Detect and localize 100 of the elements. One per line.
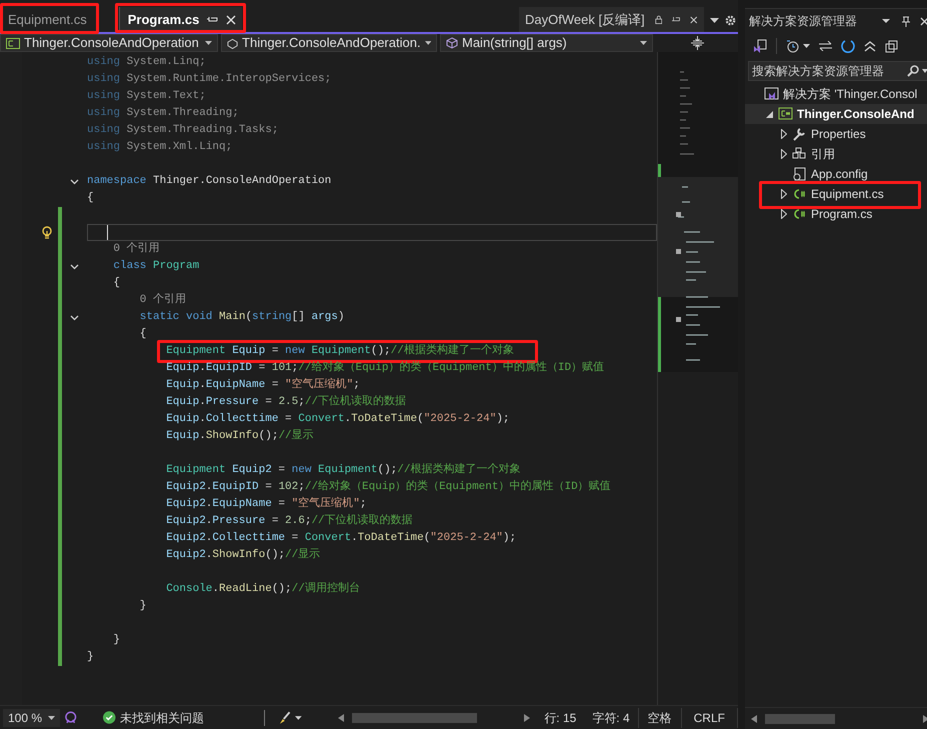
- collapse-icon[interactable]: [70, 178, 79, 184]
- code-line: Equip.EquipName = "空气压缩机";: [166, 379, 360, 392]
- caret-icon[interactable]: [922, 69, 927, 73]
- lock-icon: [654, 14, 662, 25]
- code-line: Equip2.Collecttime = Convert.ToDateTime("2025-2-24");: [166, 532, 516, 544]
- pin-icon[interactable]: [207, 14, 218, 24]
- code-line: Equip2.EquipID = 102;//给对象（Equip）的类（Equipment）中的属性（ID）赋值: [166, 481, 611, 494]
- reference-count[interactable]: 0 个引用: [140, 292, 186, 309]
- code-line: namespace Thinger.ConsoleAndOperation: [87, 175, 332, 188]
- navigation-dropdown[interactable]: Main(string[] args): [440, 34, 653, 52]
- sync-icon[interactable]: [819, 41, 832, 51]
- copy-icon[interactable]: [885, 40, 898, 52]
- scrollbar-thumb[interactable]: [765, 714, 835, 724]
- code-line: static void Main(string[] args): [140, 311, 344, 324]
- pin-icon[interactable]: [902, 16, 910, 26]
- scrollbar-thumb[interactable]: [352, 712, 478, 722]
- navigation-dropdown[interactable]: Thinger.ConsoleAndOperation.: [221, 34, 437, 52]
- code-line: Equip2.ShowInfo();//显示: [166, 549, 320, 562]
- check-icon: [103, 711, 116, 724]
- csharp-file-icon: [6, 38, 20, 48]
- caret-icon[interactable]: [882, 19, 890, 23]
- zoom-dropdown[interactable]: 100 %: [3, 708, 60, 726]
- collapse-icon[interactable]: [70, 314, 79, 320]
- solution-icon[interactable]: [753, 39, 767, 53]
- csharp-file-icon: [792, 187, 807, 201]
- line-ending-status[interactable]: CRLF: [682, 708, 738, 728]
- expand-icon[interactable]: [780, 209, 786, 219]
- code-line: Equip.Collecttime = Convert.ToDateTime("2025-2-24");: [166, 413, 510, 426]
- code-line: Equip.EquipID = 101;//给对象（Equip）的类（Equipment）中的属性（ID）赋值: [166, 362, 604, 374]
- issues-status[interactable]: 未找到相关问题: [120, 708, 204, 726]
- clock-icon[interactable]: [786, 40, 799, 52]
- code-line: using System.Threading.Tasks;: [87, 124, 278, 136]
- code-line: using System.Linq;: [87, 56, 206, 68]
- expanded-icon[interactable]: [766, 110, 773, 118]
- tree-row[interactable]: 解决方案 'Thinger.Consol: [745, 84, 927, 104]
- code-line: {: [87, 192, 94, 204]
- wrench-icon: [792, 127, 807, 141]
- tree-row[interactable]: 引用: [745, 144, 927, 164]
- references-icon: [792, 147, 807, 161]
- cube-icon: [446, 37, 458, 49]
- tree-row[interactable]: Thinger.ConsoleAnd: [745, 104, 927, 124]
- expand-icon[interactable]: [780, 149, 786, 159]
- code-line: using System.Threading;: [87, 107, 239, 120]
- class-icon: [227, 38, 238, 48]
- lightbulb-icon[interactable]: [42, 226, 52, 240]
- tree-row[interactable]: App.config: [745, 164, 927, 184]
- caret-icon[interactable]: [710, 18, 719, 23]
- tree-row[interactable]: Properties: [745, 124, 927, 144]
- scroll-right-icon[interactable]: [524, 714, 530, 722]
- close-icon[interactable]: [920, 16, 927, 26]
- code-line: Equip.ShowInfo();//显示: [166, 430, 314, 442]
- reference-count[interactable]: 0 个引用: [113, 241, 160, 258]
- code-line: {: [113, 277, 120, 290]
- column-status[interactable]: 字符: 4: [592, 708, 630, 726]
- code-line: Equipment Equip2 = new Equipment();//根据类构建了一个对象: [166, 464, 520, 476]
- settings-icon[interactable]: [725, 15, 736, 26]
- refresh-icon[interactable]: [841, 39, 855, 53]
- search-icon[interactable]: [907, 65, 919, 77]
- code-line: class Program: [113, 260, 200, 272]
- horizontal-scrollbar[interactable]: [338, 710, 530, 724]
- close-icon[interactable]: [226, 14, 236, 24]
- editor-tab[interactable]: Program.cs: [118, 7, 242, 32]
- caret-icon: [205, 41, 212, 45]
- panel-title: 解决方案资源管理器: [749, 13, 858, 30]
- code-line: }: [140, 600, 146, 612]
- caret-icon[interactable]: [803, 44, 810, 48]
- code-line: Equip.Pressure = 2.5;//下位机读取的数据: [166, 396, 406, 408]
- split-icon[interactable]: [690, 36, 704, 50]
- code-line: Equipment Equip = new Equipment();//根据类构建了一个对象: [166, 345, 514, 358]
- code-line: }: [87, 651, 94, 664]
- scroll-left-icon[interactable]: [751, 714, 757, 722]
- code-line: using System.Xml.Linq;: [87, 141, 232, 154]
- code-line: Console.ReadLine();//调用控制台: [166, 583, 360, 596]
- expand-icon[interactable]: [780, 189, 786, 199]
- text-cursor: [107, 225, 108, 240]
- solution-icon: [764, 87, 779, 101]
- code-line: {: [140, 328, 146, 340]
- csharp-file-icon: [792, 207, 807, 221]
- caret-icon: [424, 41, 431, 45]
- search-field[interactable]: 搜索解决方案资源管理器: [748, 61, 927, 81]
- code-line: using System.Runtime.InteropServices;: [87, 73, 332, 86]
- code-line: Equip2.EquipName = "空气压缩机";: [166, 498, 366, 510]
- close-icon[interactable]: [690, 14, 698, 24]
- indent-status[interactable]: 空格: [638, 708, 682, 728]
- collapse-all-icon[interactable]: [864, 40, 876, 52]
- tree-row[interactable]: Equipment.cs: [745, 184, 927, 204]
- brush-icon[interactable]: [278, 710, 292, 724]
- code-line: using System.Text;: [87, 90, 206, 102]
- scroll-left-icon[interactable]: [338, 714, 344, 722]
- editor-tab[interactable]: Equipment.cs: [5, 7, 97, 32]
- line-number-status[interactable]: 行: 15: [544, 708, 576, 726]
- tree-row[interactable]: Program.cs: [745, 204, 927, 224]
- caret-icon[interactable]: [295, 716, 302, 720]
- minimap-drawing[interactable]: [658, 52, 738, 372]
- navigation-dropdown[interactable]: Thinger.ConsoleAndOperation: [0, 34, 218, 52]
- code-line: Equip2.Pressure = 2.6;//下位机读取的数据: [166, 515, 413, 528]
- expand-icon[interactable]: [780, 129, 786, 139]
- caret-icon: [640, 41, 647, 45]
- collapse-icon[interactable]: [70, 264, 79, 270]
- csharp-project-icon: [778, 107, 793, 121]
